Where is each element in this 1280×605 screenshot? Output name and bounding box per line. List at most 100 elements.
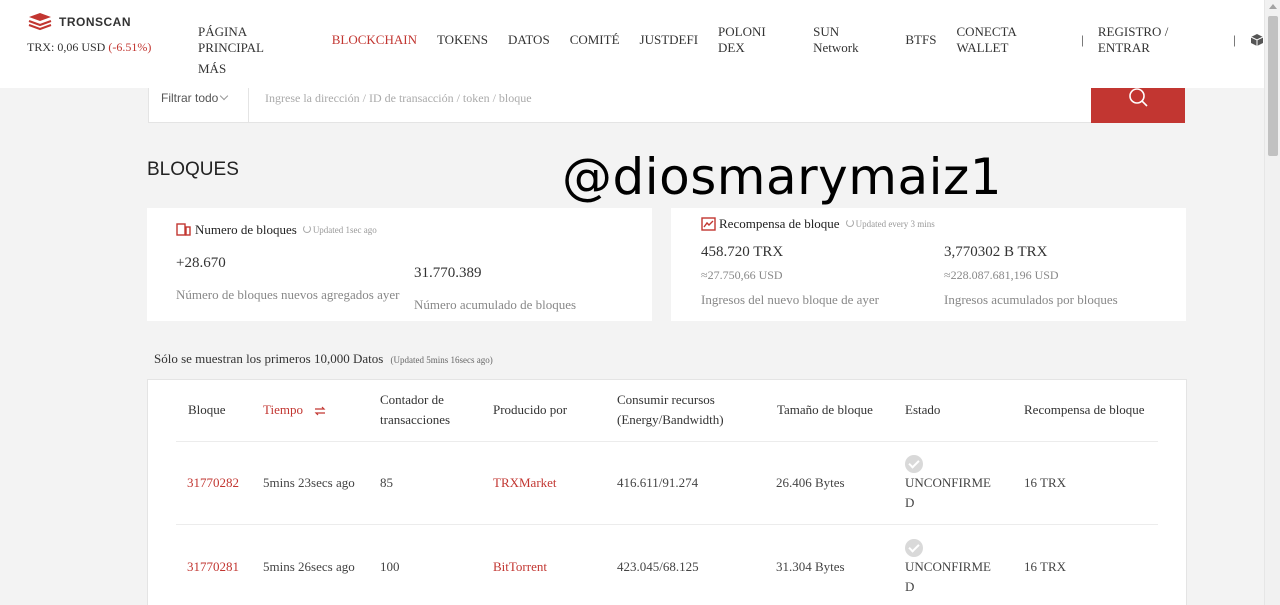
block-number-link[interactable]: 31770281 (187, 557, 239, 577)
tronscan-logo[interactable]: TRONSCAN (27, 12, 131, 32)
block-resources: 416.611/91.274 (617, 475, 699, 490)
nav-tokens[interactable]: TOKENS (437, 32, 488, 48)
block-tx-count[interactable]: 85 (380, 473, 393, 493)
total-blocks-label: Número acumulado de bloques (414, 297, 577, 312)
top-header: TRONSCAN TRX: 0,06 USD (-6.51%) PÁGINA P… (0, 0, 1264, 88)
data-limit-note: Sólo se muestran los primeros 10,000 Dat… (154, 351, 493, 367)
block-reward: 16 TRX (1024, 475, 1067, 490)
search-icon (1129, 88, 1148, 107)
refresh-icon (302, 225, 311, 233)
reward-card-updated: Updated every 3 mins (845, 219, 935, 229)
block-time: 5mins 26secs ago (263, 559, 355, 574)
search-bar: Filtrar todo (148, 88, 1185, 123)
trx-price-value: TRX: 0,06 USD (27, 40, 106, 54)
scrollbar-thumb[interactable] (1268, 16, 1278, 156)
total-reward-usd: ≈228.087.681,196 USD (944, 268, 1059, 282)
nav-committee[interactable]: COMITÉ (570, 32, 620, 48)
nav-connect-wallet[interactable]: CONECTA WALLET (956, 24, 1067, 56)
reward-card-title: Recompensa de bloque (719, 216, 840, 231)
col-header-resources: Consumir recursos (Energy/Bandwidth) (617, 390, 724, 430)
block-producer-link[interactable]: TRXMarket (493, 473, 557, 493)
yesterday-reward-label: Ingresos del nuevo bloque de ayer (701, 292, 879, 307)
nav-more[interactable]: MÁS (198, 61, 226, 77)
blocks-card-updated: Updated 1sec ago (302, 225, 377, 235)
new-blocks-value: +28.670 (176, 255, 226, 271)
blocks-card-updated-text: Updated 1sec ago (312, 225, 377, 235)
col-header-time[interactable]: Tiempo (263, 400, 326, 420)
block-status-line1: UNCONFIRME (905, 475, 991, 490)
yesterday-reward-usd: ≈27.750,66 USD (701, 268, 783, 282)
block-status-line1: UNCONFIRME (905, 559, 991, 574)
tronscan-logo-icon (27, 12, 53, 32)
block-resources: 423.045/68.125 (617, 559, 699, 574)
block-status: UNCONFIRME D (905, 557, 991, 597)
page-scrollbar[interactable] (1264, 0, 1280, 605)
language-cube-icon[interactable] (1250, 33, 1264, 47)
block-size: 31.304 Bytes (776, 559, 845, 574)
trx-price-change: (-6.51%) (108, 40, 152, 54)
data-limit-text: Sólo se muestran los primeros 10,000 Dat… (154, 351, 384, 366)
reward-card-header: Recompensa de bloque Updated every 3 min… (701, 216, 935, 232)
filter-dropdown[interactable]: Filtrar todo (149, 88, 249, 122)
block-status-line2: D (905, 495, 915, 510)
reward-card-updated-text: Updated every 3 mins (855, 219, 935, 229)
block-number-link[interactable]: 31770282 (187, 473, 239, 493)
watermark-text: @diosmarymaiz1 (562, 148, 1003, 206)
block-producer-link[interactable]: BitTorrent (493, 557, 547, 577)
blocks-card-title: Numero de bloques (195, 222, 297, 237)
sort-toggle-icon[interactable] (314, 406, 326, 416)
blocks-count-card: Numero de bloques Updated 1sec ago +28.6… (147, 208, 652, 321)
nav-btfs[interactable]: BTFS (905, 32, 936, 48)
block-reward-card: Recompensa de bloque Updated every 3 min… (671, 208, 1186, 321)
nav-justdefi[interactable]: JUSTDEFI (640, 32, 699, 48)
check-icon (905, 455, 923, 473)
blocks-card-header: Numero de bloques Updated 1sec ago (176, 222, 377, 238)
col-header-block: Bloque (188, 402, 226, 417)
total-reward-label: Ingresos acumulados por bloques (944, 292, 1118, 307)
total-reward-trx: 3,770302 B TRX (944, 244, 1048, 260)
col-header-size: Tamaño de bloque (777, 402, 873, 417)
nav-data[interactable]: DATOS (508, 32, 550, 48)
nav-separator: | (1081, 32, 1084, 47)
block-size: 26.406 Bytes (776, 475, 845, 490)
nav-sun-network[interactable]: SUN Network (813, 24, 885, 56)
col-header-tx-count: Contador de transacciones (380, 390, 450, 430)
col-header-resources-line1: Consumir recursos (617, 392, 715, 407)
blocks-icon (176, 223, 191, 236)
total-blocks-value: 31.770.389 (414, 265, 482, 281)
data-limit-updated: (Updated 5mins 16secs ago) (390, 355, 493, 365)
block-tx-count[interactable]: 100 (380, 557, 400, 577)
nav-polonidex[interactable]: POLONI DEX (718, 24, 793, 56)
chevron-down-icon (220, 91, 229, 101)
filter-label: Filtrar todo (161, 91, 219, 105)
col-header-time-label: Tiempo (263, 402, 303, 417)
col-header-tx-count-line1: Contador de (380, 392, 444, 407)
main-nav: PÁGINA PRINCIPAL BLOCKCHAIN TOKENS DATOS… (198, 24, 1264, 56)
trx-price: TRX: 0,06 USD (-6.51%) (27, 40, 151, 55)
new-blocks-label: Número de bloques nuevos agregados ayer (176, 287, 400, 302)
logo-text: TRONSCAN (59, 15, 131, 29)
search-button[interactable] (1091, 88, 1185, 123)
search-input[interactable] (265, 88, 1085, 108)
col-header-tx-count-line2: transacciones (380, 412, 451, 427)
block-status-line2: D (905, 579, 915, 594)
col-header-status: Estado (905, 402, 941, 417)
check-icon (905, 539, 923, 557)
block-status: UNCONFIRME D (905, 473, 991, 513)
row-divider (176, 441, 1158, 442)
nav-blockchain[interactable]: BLOCKCHAIN (332, 32, 417, 48)
row-divider (176, 524, 1158, 525)
nav-home[interactable]: PÁGINA PRINCIPAL (198, 24, 312, 56)
refresh-icon (845, 219, 854, 227)
nav-separator: | (1233, 32, 1236, 47)
col-header-reward: Recompensa de bloque (1024, 402, 1145, 417)
scroll-up-arrow-icon[interactable] (1269, 4, 1277, 9)
col-header-producer: Producido por (493, 402, 568, 417)
block-reward: 16 TRX (1024, 559, 1067, 574)
page-title: BLOQUES (147, 159, 239, 180)
block-time: 5mins 23secs ago (263, 475, 355, 490)
blocks-table: Bloque Tiempo Contador de transacciones … (147, 379, 1187, 605)
nav-register-login[interactable]: REGISTRO / ENTRAR (1098, 24, 1220, 56)
col-header-resources-line2: (Energy/Bandwidth) (617, 412, 724, 427)
trend-up-icon (701, 217, 716, 231)
